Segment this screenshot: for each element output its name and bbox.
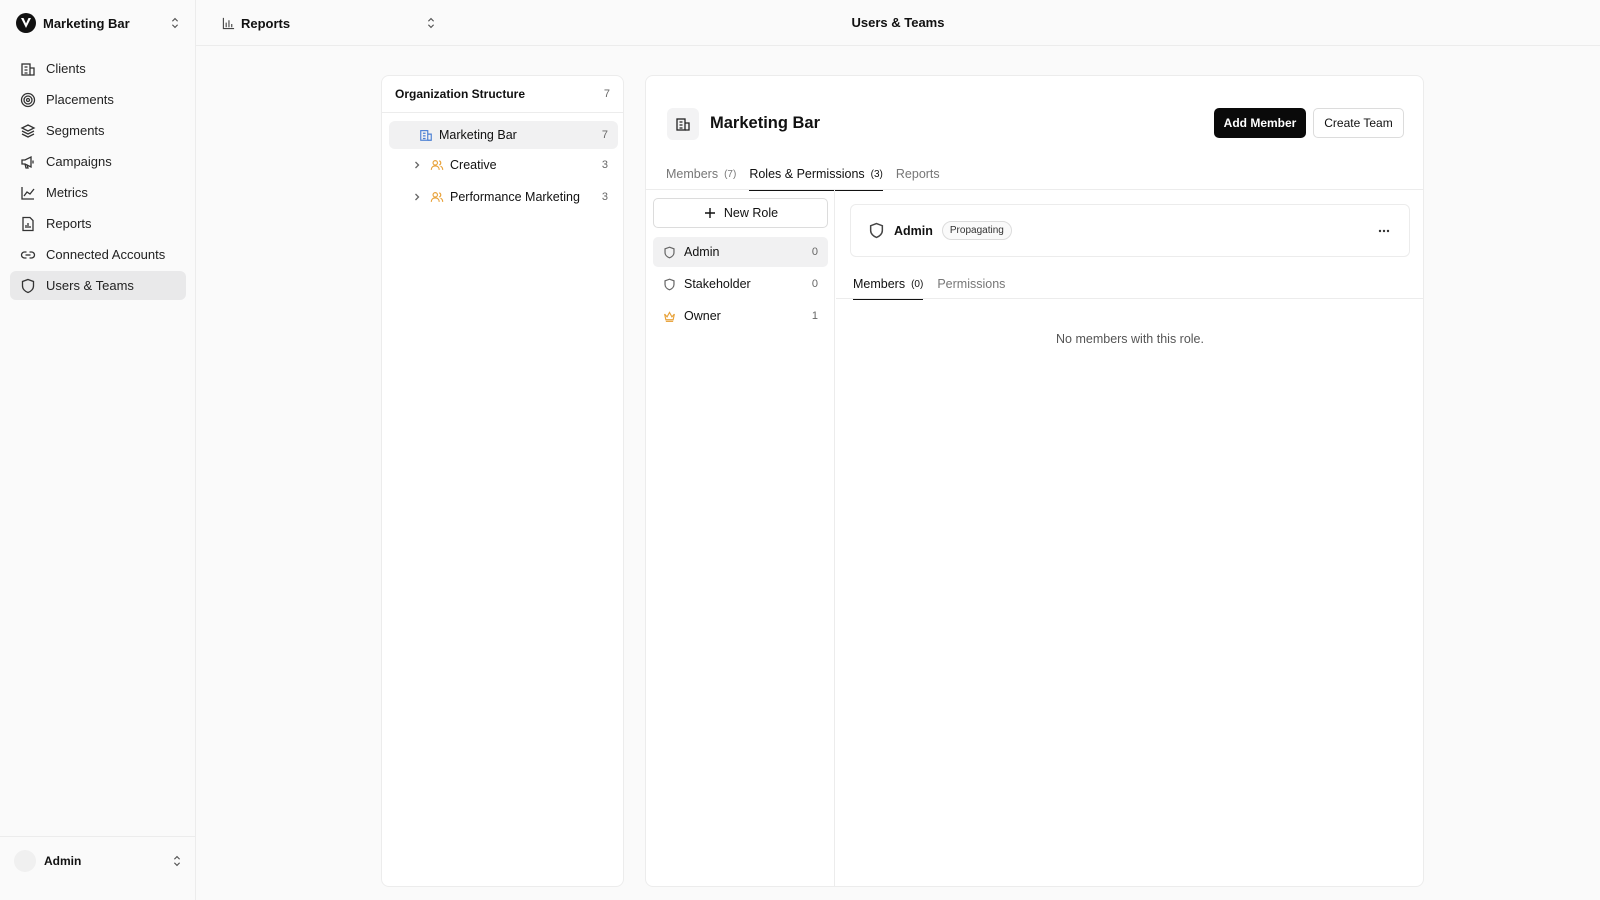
shield-icon	[21, 278, 35, 293]
role-count: 1	[811, 310, 818, 322]
organization-structure-panel: Organization Structure 7 Marketing Bar 7…	[381, 75, 624, 887]
tree-item-count: 7	[601, 129, 608, 141]
role-item-stakeholder[interactable]: Stakeholder 0	[653, 269, 828, 299]
role-detail: Admin Propagating Members (0) Permission…	[836, 190, 1424, 886]
sidebar-item-reports[interactable]: Reports	[10, 209, 186, 238]
tab-count: (7)	[724, 168, 737, 180]
sidebar-item-label: Connected Accounts	[46, 247, 166, 262]
user-switcher[interactable]: Admin	[14, 848, 184, 874]
target-icon	[20, 92, 36, 107]
sidebar-item-placements[interactable]: Placements	[10, 85, 186, 114]
roles-list: New Role Admin 0 Stakeholder 0 Owner 1	[646, 190, 835, 886]
building-icon	[667, 108, 699, 140]
role-count: 0	[811, 278, 818, 290]
org-count: 7	[603, 88, 610, 100]
tab-roles-permissions[interactable]: Roles & Permissions (3)	[749, 158, 883, 191]
subtab-members[interactable]: Members (0)	[853, 269, 924, 300]
role-header: Admin Propagating	[850, 204, 1410, 257]
building-icon	[21, 62, 35, 76]
sidebar-item-label: Users & Teams	[46, 278, 134, 293]
sidebar-item-users-teams[interactable]: Users & Teams	[10, 271, 186, 300]
subtab-permissions[interactable]: Permissions	[937, 269, 1005, 299]
subtab-label: Permissions	[937, 277, 1006, 291]
tree-item-label: Creative	[450, 158, 497, 172]
role-item-owner[interactable]: Owner 1	[653, 301, 828, 331]
tab-count: (3)	[870, 168, 883, 180]
shield-icon	[869, 222, 884, 239]
tab-label: Reports	[895, 167, 940, 181]
sidebar-item-label: Placements	[46, 92, 114, 107]
role-label: Admin	[684, 245, 720, 259]
megaphone-icon	[21, 155, 34, 169]
tree-item-performance-marketing[interactable]: Performance Marketing 3	[412, 183, 618, 211]
plus-icon	[704, 208, 715, 218]
avatar	[14, 850, 36, 872]
report-icon	[22, 216, 34, 231]
role-name: Admin	[894, 223, 933, 238]
chevron-up-down-icon	[173, 855, 181, 867]
sidebar-item-label: Clients	[46, 61, 86, 76]
building-icon	[420, 130, 432, 141]
tab-members[interactable]: Members (7)	[666, 158, 736, 190]
empty-state-message: No members with this role.	[1056, 332, 1204, 346]
divider	[0, 836, 196, 837]
layers-icon	[20, 123, 36, 138]
crown-icon	[664, 310, 675, 322]
tree-item-label: Performance Marketing	[450, 190, 580, 204]
sidebar-item-label: Campaigns	[46, 154, 112, 169]
tree-item-count: 3	[601, 191, 608, 203]
sidebar-nav: Clients Placements Segments Campaigns Me…	[10, 54, 186, 302]
sidebar-item-segments[interactable]: Segments	[10, 116, 186, 145]
tab-label: Roles & Permissions	[749, 167, 865, 181]
new-role-button[interactable]: New Role	[653, 198, 828, 228]
create-team-button[interactable]: Create Team	[1313, 108, 1404, 138]
sidebar-item-campaigns[interactable]: Campaigns	[10, 147, 186, 176]
workspace-logo-icon	[16, 13, 36, 33]
chevron-right-icon[interactable]	[412, 192, 422, 202]
shield-icon	[664, 278, 675, 290]
role-subtabs: Members (0) Permissions	[853, 269, 1019, 300]
chevron-up-down-icon	[171, 17, 179, 29]
main-tabs: Members (7) Roles & Permissions (3) Repo…	[666, 158, 953, 191]
subtab-label: Members	[853, 277, 906, 291]
team-icon	[430, 160, 444, 170]
line-chart-icon	[21, 186, 35, 200]
topbar: Reports Users & Teams	[196, 0, 1600, 46]
sidebar-item-metrics[interactable]: Metrics	[10, 178, 186, 207]
role-label: Stakeholder	[684, 277, 751, 291]
chevron-right-icon[interactable]	[412, 160, 422, 170]
user-name: Admin	[44, 854, 82, 868]
subtab-count: (0)	[911, 278, 924, 290]
team-title: Marketing Bar	[710, 114, 821, 132]
shield-icon	[664, 246, 675, 258]
sidebar-item-clients[interactable]: Clients	[10, 54, 186, 83]
role-label: Owner	[684, 309, 721, 323]
team-icon	[430, 192, 444, 202]
sidebar: Marketing Bar Clients Placements Segment…	[0, 0, 196, 900]
tree-item-label: Marketing Bar	[439, 128, 517, 142]
page-title: Users & Teams	[851, 15, 945, 30]
tree-item-count: 3	[601, 159, 608, 171]
workspace-switcher[interactable]: Marketing Bar	[16, 12, 182, 34]
sidebar-item-connected-accounts[interactable]: Connected Accounts	[10, 240, 186, 269]
more-icon[interactable]	[1376, 223, 1392, 239]
org-panel-title: Organization Structure	[395, 87, 526, 101]
sidebar-item-label: Metrics	[46, 185, 88, 200]
new-role-label: New Role	[723, 206, 779, 220]
tab-reports[interactable]: Reports	[896, 158, 940, 190]
role-item-admin[interactable]: Admin 0	[653, 237, 828, 267]
team-detail-panel: Marketing Bar Add Member Create Team Mem…	[645, 75, 1424, 887]
tree-item-creative[interactable]: Creative 3	[412, 151, 618, 179]
workspace-name: Marketing Bar	[43, 15, 130, 31]
sidebar-item-label: Reports	[46, 216, 92, 231]
role-count: 0	[811, 246, 818, 258]
link-icon	[20, 250, 36, 259]
status-badge: Propagating	[941, 221, 1012, 240]
tab-label: Members	[666, 167, 719, 181]
divider	[836, 298, 1424, 299]
add-member-button[interactable]: Add Member	[1214, 108, 1306, 138]
tree-item-marketing-bar[interactable]: Marketing Bar 7	[389, 121, 618, 149]
org-panel-header: Organization Structure 7	[382, 76, 623, 113]
sidebar-item-label: Segments	[46, 123, 105, 138]
